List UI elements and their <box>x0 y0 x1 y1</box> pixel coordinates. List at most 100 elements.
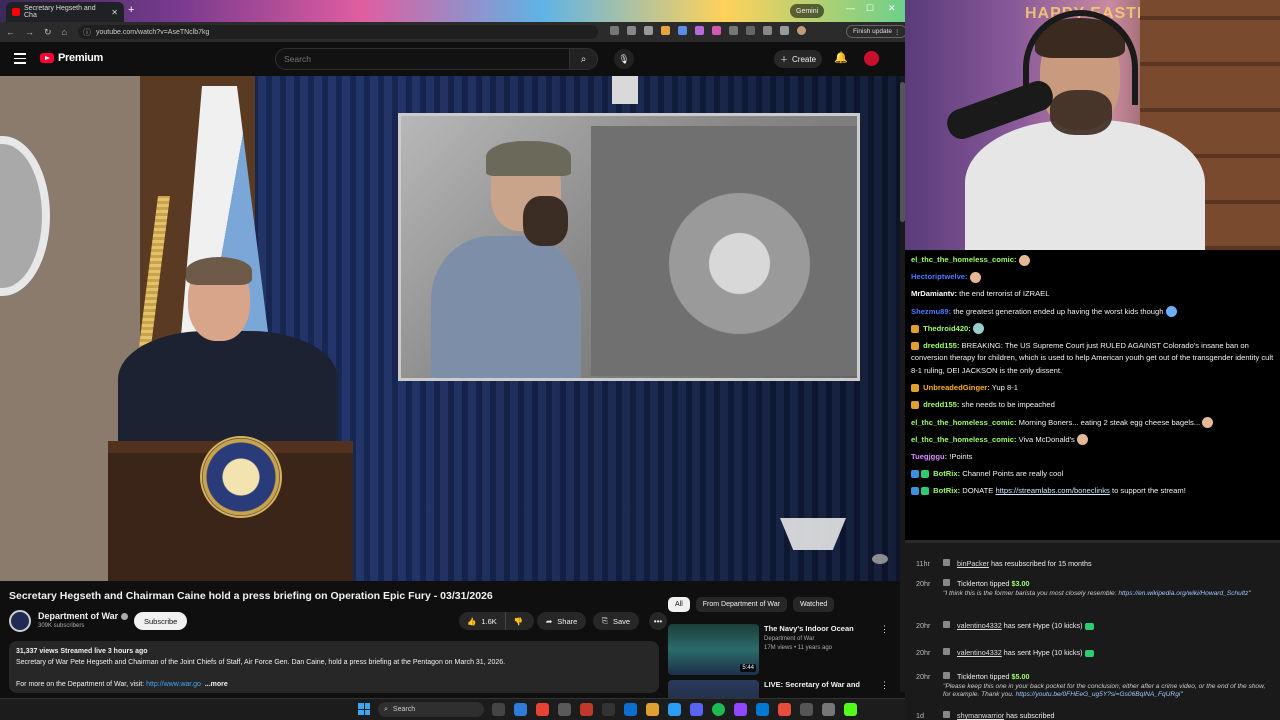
home-icon[interactable]: ⌂ <box>62 27 67 37</box>
show-more-link[interactable]: ...more <box>205 681 228 688</box>
chat-username[interactable]: el_thc_the_homeless_comic: <box>911 255 1017 264</box>
extension-icon[interactable] <box>678 26 687 35</box>
chat-username[interactable]: dredd155: <box>923 400 959 409</box>
recommendation-title[interactable]: The Navy's Indoor Ocean <box>764 624 874 633</box>
twitch-icon[interactable] <box>734 703 747 716</box>
kick-icon[interactable] <box>844 703 857 716</box>
kebab-menu-icon[interactable]: ⋮ <box>880 680 889 691</box>
file-explorer-icon[interactable] <box>646 703 659 716</box>
kebab-menu-icon[interactable]: ⋮ <box>880 624 889 635</box>
extension-icon[interactable] <box>695 26 704 35</box>
forward-icon[interactable]: → <box>25 27 34 37</box>
gemini-button[interactable]: Gemini <box>790 4 825 18</box>
recorder-icon[interactable] <box>580 703 593 716</box>
puzzle-icon[interactable] <box>746 26 755 35</box>
video-player[interactable] <box>0 76 900 581</box>
app-icon[interactable] <box>558 703 571 716</box>
extension-icon[interactable] <box>661 26 670 35</box>
app-icon[interactable] <box>800 703 813 716</box>
taskbar-search-label: Search <box>392 706 416 713</box>
dislike-button[interactable]: 👎 <box>506 617 531 626</box>
event-username[interactable]: valentino4332 <box>957 648 1002 657</box>
description-link[interactable]: http://www.war.go <box>146 681 201 688</box>
channel-watermark-icon[interactable] <box>872 554 888 564</box>
extension-icon[interactable] <box>712 26 721 35</box>
event-username[interactable]: valentino4332 <box>957 621 1002 630</box>
event-note-link[interactable]: https://youtu.be/0FHEeG_ug5Y?si=Gs06BqIN… <box>1016 691 1181 698</box>
voice-search-button[interactable]: 🎙 <box>614 49 634 69</box>
hamburger-menu-icon[interactable] <box>14 53 26 67</box>
profile-icon[interactable] <box>797 26 806 35</box>
download-icon[interactable] <box>780 26 789 35</box>
chat-username[interactable]: el_thc_the_homeless_comic: <box>911 435 1017 444</box>
subscribe-button[interactable]: Subscribe <box>134 612 188 630</box>
like-button[interactable]: 👍 1.6K <box>459 612 506 630</box>
chat-username[interactable]: Hectoriptwelve: <box>911 272 968 281</box>
chrome-icon[interactable] <box>536 703 549 716</box>
chat-username[interactable]: BotRix: <box>933 486 960 495</box>
account-avatar[interactable] <box>864 51 879 66</box>
recommendation-item[interactable]: 5:44 The Navy's Indoor Ocean Department … <box>668 624 898 676</box>
donate-link[interactable]: https://streamlabs.com/boneclinks <box>995 486 1109 495</box>
channel-avatar[interactable] <box>9 610 31 632</box>
back-icon[interactable]: ← <box>6 27 15 37</box>
spotify-icon[interactable] <box>712 703 725 716</box>
event-username[interactable]: Ticklerton <box>957 672 988 681</box>
address-bar[interactable]: ⓘ youtube.com/watch?v=AseTNclb7kg <box>78 25 598 39</box>
description-box[interactable]: 31,337 views Streamed live 3 hours ago S… <box>9 641 659 693</box>
finish-update-button[interactable]: Finish update ⋮ <box>846 25 908 38</box>
chat-username[interactable]: Shezmu89: <box>911 307 951 316</box>
app-icon[interactable] <box>756 703 769 716</box>
taskbar-search[interactable]: ⌕ Search <box>378 702 484 717</box>
reload-icon[interactable]: ↻ <box>44 27 52 38</box>
event-note-link[interactable]: https://en.wikipedia.org/wiki/Howard_Sch… <box>1118 590 1248 597</box>
event-username[interactable]: Ticklerton <box>957 579 988 588</box>
chip-watched[interactable]: Watched <box>792 597 835 612</box>
recommendation-item[interactable]: LIVE: Secretary of War and ⋮ <box>668 680 898 698</box>
browser-tab[interactable]: Secretary Hegseth and Cha ✕ <box>6 2 124 22</box>
chat-username[interactable]: MrDamiantv: <box>911 289 957 298</box>
chip-from-channel[interactable]: From Department of War <box>695 597 787 612</box>
app-icon[interactable] <box>822 703 835 716</box>
app-icon[interactable] <box>668 703 681 716</box>
chat-username[interactable]: Tuegjggu: <box>911 452 947 461</box>
create-button[interactable]: ＋ Create <box>774 50 823 68</box>
app-icon[interactable] <box>624 703 637 716</box>
channel-name[interactable]: Department of War <box>38 611 129 621</box>
windows-start-icon[interactable] <box>358 703 370 715</box>
maximize-button[interactable]: ☐ <box>866 3 874 14</box>
chat-username[interactable]: dredd155: <box>923 341 959 350</box>
close-tab-icon[interactable]: ✕ <box>111 8 118 17</box>
chat-username[interactable]: el_thc_the_homeless_comic: <box>911 418 1017 427</box>
notifications-bell-icon[interactable]: 🔔 <box>834 51 848 64</box>
chat-username[interactable]: Thedroid420: <box>923 324 971 333</box>
close-window-button[interactable]: ✕ <box>888 3 896 14</box>
zoom-icon[interactable] <box>610 26 619 35</box>
event-username[interactable]: binPacker <box>957 559 989 568</box>
cast-icon[interactable] <box>627 26 636 35</box>
save-button[interactable]: ⎘ Save <box>593 612 640 630</box>
recommendation-thumbnail[interactable]: 5:44 <box>668 624 759 675</box>
more-actions-button[interactable]: ••• <box>649 612 667 630</box>
search-button[interactable]: ⌕ <box>569 49 597 69</box>
search-input[interactable] <box>276 54 566 64</box>
maps-icon[interactable] <box>778 703 791 716</box>
extension-icon[interactable] <box>729 26 738 35</box>
site-info-icon[interactable]: ⓘ <box>83 27 91 38</box>
youtube-logo[interactable]: Premium <box>40 52 103 64</box>
discord-icon[interactable] <box>690 703 703 716</box>
minimize-button[interactable]: — <box>846 3 855 13</box>
sidepanel-icon[interactable] <box>763 26 772 35</box>
chat-username[interactable]: BotRix: <box>933 469 960 478</box>
recommendation-thumbnail[interactable] <box>668 680 759 698</box>
bookmark-icon[interactable] <box>644 26 653 35</box>
edge-icon[interactable] <box>514 703 527 716</box>
recommendation-title[interactable]: LIVE: Secretary of War and <box>764 680 874 689</box>
chat-username[interactable]: UnbreadedGinger: <box>923 383 990 392</box>
chip-all[interactable]: All <box>668 597 690 612</box>
share-button[interactable]: ➦ Share <box>537 612 587 630</box>
event-username[interactable]: shymanwarrior <box>957 711 1004 720</box>
task-view-icon[interactable] <box>492 703 505 716</box>
terminal-icon[interactable] <box>602 703 615 716</box>
new-tab-button[interactable]: + <box>128 4 134 16</box>
